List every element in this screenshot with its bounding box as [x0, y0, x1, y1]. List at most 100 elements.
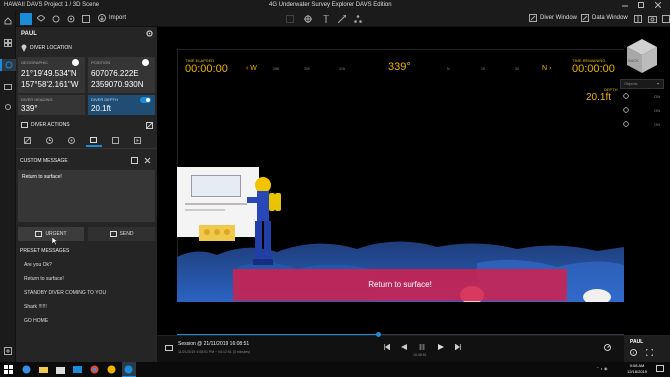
northing-value: 2359070.930N	[91, 80, 144, 89]
import-button[interactable]: Import	[98, 14, 126, 22]
compass-tick: N	[447, 67, 450, 71]
rail-item-diver[interactable]	[0, 59, 16, 71]
bag-icon[interactable]	[4, 82, 12, 90]
time-remaining-value: 00:00:00	[572, 63, 615, 75]
heading-card: DIVER HEADING 339°	[18, 95, 85, 115]
davs-app-icon[interactable]	[122, 362, 136, 377]
layer-icon	[623, 121, 629, 127]
preset-item[interactable]: STANDBY DIVER COMING TO YOU	[24, 290, 106, 296]
tool-image-icon[interactable]	[82, 15, 90, 23]
layer-toggle[interactable]: ON	[654, 122, 660, 127]
view-expand-icon[interactable]	[338, 15, 346, 23]
preset-item[interactable]: Shark !!!!!!	[24, 304, 47, 310]
session-subtitle: 11/21/2019 4:08:51 PM ~ 04:12:51 (3 minu…	[178, 350, 251, 354]
tab-video-icon[interactable]	[134, 137, 141, 144]
info-icon[interactable]: i	[630, 349, 637, 356]
diver-location-label: DIVER LOCATION	[30, 45, 72, 51]
layer-toggle[interactable]: ON	[654, 108, 660, 113]
tray-icons[interactable]: ⌃ ◖ ◉	[596, 366, 616, 372]
objects-dropdown[interactable]: Objects ▾	[620, 79, 664, 89]
app-title: 4G Underwater Survey Explorer DAVS Editi…	[269, 2, 392, 8]
tab-timer-icon[interactable]	[46, 137, 53, 144]
camera-icon[interactable]	[648, 15, 657, 23]
app-icon[interactable]	[107, 365, 116, 374]
edge-icon[interactable]	[22, 365, 31, 374]
minimize-icon[interactable]	[622, 2, 628, 8]
position-card[interactable]: POSITION 607076.222E 2359070.930N	[88, 57, 155, 93]
playback-bar: Session @ 21/11/2019 16:08:51 11/21/2019…	[157, 332, 670, 363]
store-icon[interactable]	[56, 365, 65, 374]
navigation-cube[interactable]	[625, 37, 659, 75]
play-icon[interactable]	[438, 344, 444, 350]
view-frame-icon[interactable]	[286, 15, 294, 23]
speed-icon[interactable]	[604, 344, 611, 351]
compass-tick: 255	[273, 67, 279, 71]
longitude-value: 157°58'2.161"W	[21, 80, 79, 89]
explorer-icon[interactable]	[39, 365, 48, 374]
depth-card[interactable]: DIVER DEPTH 20.1ft	[88, 95, 155, 115]
tool-layers-icon[interactable]	[37, 15, 45, 23]
preset-item[interactable]: Return to surface!	[24, 276, 64, 282]
preset-item[interactable]: GO HOME	[24, 318, 48, 324]
user-box[interactable]: PAUL i	[624, 336, 670, 363]
window-title: HAWAII DAVS Project 1 / 3D Scene	[4, 2, 100, 8]
send-button[interactable]: SEND	[88, 227, 155, 241]
gallery-icon[interactable]	[662, 15, 670, 23]
yellow-crate	[199, 225, 235, 241]
view-tripod-icon[interactable]	[322, 15, 330, 23]
book-icon[interactable]	[634, 15, 642, 23]
clock-date: 12/18/2019	[626, 369, 648, 374]
diver-actions-icon	[21, 122, 28, 128]
depth-toggle[interactable]	[140, 97, 151, 103]
tab-target-icon[interactable]	[68, 137, 75, 144]
tab-disable-icon[interactable]	[24, 137, 31, 144]
playback-time: 16:08:51	[413, 353, 427, 357]
tool-settings-icon[interactable]	[52, 15, 60, 23]
close-icon[interactable]	[655, 2, 661, 8]
compass-left: ‹ W	[246, 65, 257, 72]
skip-back-icon[interactable]	[384, 344, 390, 350]
timeline-thumb[interactable]	[375, 332, 381, 337]
clear-message-icon[interactable]	[144, 157, 151, 164]
tool-target-icon[interactable]	[67, 15, 75, 23]
mail-icon[interactable]	[73, 365, 82, 374]
view-network-icon[interactable]	[354, 15, 362, 23]
view-crosshair-icon[interactable]	[304, 15, 312, 23]
settings-icon[interactable]	[4, 103, 12, 111]
3d-viewport[interactable]: Return to surface! TIME ELAPSED 00:00:00…	[157, 27, 670, 335]
maximize-icon[interactable]	[638, 2, 644, 8]
pause-icon[interactable]	[419, 344, 425, 350]
step-back-icon[interactable]	[401, 344, 407, 350]
notification-icon[interactable]	[656, 365, 664, 373]
message-template-icon[interactable]	[131, 157, 138, 164]
gear-icon[interactable]	[146, 30, 153, 37]
layer-toggle[interactable]: ON	[654, 94, 660, 99]
location-pin-icon	[21, 44, 27, 52]
message-input[interactable]: Return to surface!	[18, 170, 155, 222]
hide-actions-icon[interactable]	[146, 122, 153, 129]
diver-name: PAUL	[21, 31, 37, 37]
chrome-icon[interactable]	[90, 365, 99, 374]
grid-icon[interactable]	[4, 39, 12, 47]
tab-image-icon[interactable]	[112, 137, 119, 144]
home-icon[interactable]	[4, 17, 12, 25]
geographic-card[interactable]: GEOGRAPHIC 21°19'49.534"N 157°58'2.161"W	[18, 57, 85, 93]
taskbar: ⌃ ◖ ◉ 9:08 AM 12/18/2019	[0, 362, 670, 377]
preset-item[interactable]: Are you Ok?	[24, 262, 52, 268]
skip-forward-icon[interactable]	[455, 344, 461, 350]
add-icon[interactable]	[4, 347, 12, 355]
tool-select-icon[interactable]	[20, 13, 32, 25]
urgent-button[interactable]: URGENT	[18, 227, 84, 241]
compass-heading: 339°	[388, 61, 411, 73]
data-window-icon	[581, 14, 589, 22]
windows-start-icon[interactable]	[4, 365, 13, 374]
diver-window-button[interactable]: Diver Window	[529, 14, 577, 22]
fullscreen-icon[interactable]	[646, 349, 653, 356]
position-radio[interactable]	[142, 59, 149, 66]
compass-tick: 315	[339, 67, 345, 71]
depth-value: 20.1ft	[91, 104, 112, 113]
diver-panel: PAUL DIVER LOCATION GEOGRAPHIC 21°19'49.…	[16, 27, 157, 362]
data-window-button[interactable]: Data Window	[581, 14, 628, 22]
geographic-radio[interactable]	[72, 59, 79, 66]
tab-message-icon[interactable]	[86, 135, 102, 147]
